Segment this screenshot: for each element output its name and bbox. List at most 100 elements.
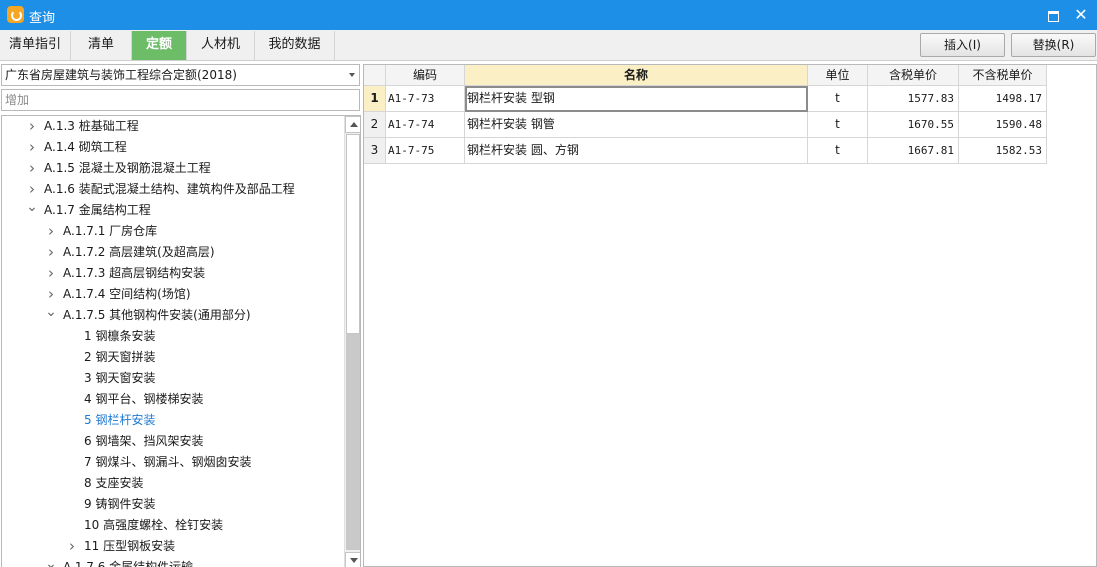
chevron-right-icon[interactable]: ›: [26, 179, 38, 200]
insert-button[interactable]: 插入(I): [920, 33, 1005, 57]
unit-cell[interactable]: t: [808, 112, 868, 138]
tree-node-label: A.1.7.3 超高层钢结构安装: [63, 266, 206, 280]
tab-bill-guide[interactable]: 清单指引: [0, 31, 71, 60]
window-title: 查询: [29, 11, 56, 26]
tree-node[interactable]: 4 钢平台、钢楼梯安装: [2, 389, 342, 410]
tree-node-label: 6 钢墙架、挡风架安装: [84, 434, 204, 448]
tree-node[interactable]: 10 高强度螺栓、栓钉安装: [2, 515, 342, 536]
tree-node[interactable]: 1 钢檩条安装: [2, 326, 342, 347]
column-header-price-with-tax[interactable]: 含税单价: [868, 65, 959, 86]
chevron-right-icon[interactable]: ›: [26, 158, 38, 179]
name-cell[interactable]: 钢栏杆安装 圆、方钢: [465, 138, 808, 164]
tab-quota[interactable]: 定额: [132, 31, 187, 60]
chevron-right-icon[interactable]: ›: [26, 137, 38, 158]
tab-bill[interactable]: 清单: [71, 31, 132, 60]
tree-node[interactable]: › A.1.5 混凝土及钢筋混凝土工程: [2, 158, 342, 179]
tab-bar: 清单指引 清单 定额 人材机 我的数据 插入(I) 替换(R): [0, 30, 1097, 61]
row-number-cell[interactable]: 1: [364, 86, 386, 112]
tree-node[interactable]: › A.1.7.2 高层建筑(及超高层): [2, 242, 342, 263]
row-number-cell[interactable]: 3: [364, 138, 386, 164]
price-with-tax-cell[interactable]: 1670.55: [868, 112, 959, 138]
tree-node-label: 10 高强度螺栓、栓钉安装: [84, 518, 224, 532]
code-cell[interactable]: A1-7-75: [386, 138, 465, 164]
quota-chapter-tree: › A.1.3 桩基础工程 › A.1.4 砌筑工程 › A.1.5 混凝土及钢筋混凝土工…: [1, 115, 361, 567]
tree-node[interactable]: › A.1.7.3 超高层钢结构安装: [2, 263, 342, 284]
chevron-right-icon[interactable]: ›: [45, 221, 57, 242]
unit-cell[interactable]: t: [808, 138, 868, 164]
scroll-up-icon[interactable]: [345, 116, 360, 133]
tree-node[interactable]: › A.1.4 砌筑工程: [2, 137, 342, 158]
tree-node-label: 9 铸钢件安装: [84, 497, 156, 511]
tree-node[interactable]: › A.1.7.4 空间结构(场馆): [2, 284, 342, 305]
tree-node-label: A.1.3 桩基础工程: [44, 119, 139, 133]
replace-button[interactable]: 替换(R): [1011, 33, 1096, 57]
column-header-unit[interactable]: 单位: [808, 65, 868, 86]
name-cell[interactable]: 钢栏杆安装 钢管: [465, 112, 808, 138]
search-input[interactable]: [1, 89, 360, 111]
column-header-price-without-tax[interactable]: 不含税单价: [959, 65, 1047, 86]
tree-node[interactable]: › 11 压型钢板安装: [2, 536, 342, 557]
tab-my-data[interactable]: 我的数据: [255, 31, 335, 60]
title-bar: 查询 ✕: [0, 0, 1097, 30]
tree-node-label: A.1.7 金属结构工程: [44, 203, 151, 217]
code-cell[interactable]: A1-7-73: [386, 86, 465, 112]
price-without-tax-cell[interactable]: 1582.53: [959, 138, 1047, 164]
tree-node[interactable]: 8 支座安装: [2, 473, 342, 494]
tree-node-label: A.1.5 混凝土及钢筋混凝土工程: [44, 161, 211, 175]
row-number-header: [364, 65, 386, 86]
tree-node[interactable]: 6 钢墙架、挡风架安装: [2, 431, 342, 452]
tree-node-label: A.1.6 装配式混凝土结构、建筑构件及部品工程: [44, 182, 295, 196]
tab-labor-material-machine[interactable]: 人材机: [187, 31, 255, 60]
name-cell[interactable]: 钢栏杆安装 型钢: [465, 86, 808, 112]
tree-node-label: A.1.7.4 空间结构(场馆): [63, 287, 191, 301]
tree-node[interactable]: 9 铸钢件安装: [2, 494, 342, 515]
app-logo-icon: [7, 6, 24, 23]
tree-node-label: A.1.7.1 厂房仓库: [63, 224, 158, 238]
tree-node[interactable]: 2 钢天窗拼装: [2, 347, 342, 368]
price-with-tax-cell[interactable]: 1577.83: [868, 86, 959, 112]
scrollbar-thumb[interactable]: [346, 134, 360, 334]
column-header-code[interactable]: 编码: [386, 65, 465, 86]
quota-result-grid: 编码 名称 单位 含税单价 不含税单价 1 A1-7-73 钢栏杆安装 型钢 t 157…: [363, 64, 1097, 567]
row-number-cell[interactable]: 2: [364, 112, 386, 138]
chevron-right-icon[interactable]: ›: [45, 263, 57, 284]
chevron-down-icon[interactable]: ⌄: [45, 557, 57, 567]
tree-node[interactable]: ⌄ A.1.7 金属结构工程: [2, 200, 342, 221]
price-without-tax-cell[interactable]: 1590.48: [959, 112, 1047, 138]
price-without-tax-cell[interactable]: 1498.17: [959, 86, 1047, 112]
tree-node[interactable]: 5 钢栏杆安装: [2, 410, 342, 431]
close-icon[interactable]: ✕: [1071, 5, 1091, 25]
tree-node[interactable]: 7 钢煤斗、钢漏斗、钢烟囱安装: [2, 452, 342, 473]
code-cell[interactable]: A1-7-74: [386, 112, 465, 138]
tree-node[interactable]: ⌄ A.1.7.5 其他钢构件安装(通用部分): [2, 305, 342, 326]
tree-node[interactable]: › A.1.7.1 厂房仓库: [2, 221, 342, 242]
maximize-icon[interactable]: [1043, 5, 1063, 25]
chevron-down-icon[interactable]: ⌄: [45, 305, 57, 326]
tree-scrollbar[interactable]: [344, 116, 360, 567]
chevron-right-icon[interactable]: ›: [66, 536, 78, 557]
tree-node-label: 7 钢煤斗、钢漏斗、钢烟囱安装: [84, 455, 252, 469]
chevron-right-icon[interactable]: ›: [26, 116, 38, 137]
tree-node-label: 1 钢檩条安装: [84, 329, 156, 343]
tree-node-label: 5 钢栏杆安装: [84, 413, 156, 427]
tree-node-label: 11 压型钢板安装: [84, 539, 176, 553]
price-with-tax-cell[interactable]: 1667.81: [868, 138, 959, 164]
quota-library-select[interactable]: 广东省房屋建筑与装饰工程综合定额(2018): [1, 64, 360, 86]
tree-node[interactable]: › A.1.3 桩基础工程: [2, 116, 342, 137]
tree-node[interactable]: 3 钢天窗安装: [2, 368, 342, 389]
tree-node-label: A.1.7.6 金属结构件运输: [63, 560, 194, 567]
tree-node-label: A.1.4 砌筑工程: [44, 140, 127, 154]
chevron-down-icon[interactable]: [349, 73, 355, 77]
tree-node-label: 8 支座安装: [84, 476, 144, 490]
tree-node-label: A.1.7.5 其他钢构件安装(通用部分): [63, 308, 251, 322]
scroll-down-icon[interactable]: [345, 552, 360, 567]
tree-node[interactable]: › A.1.6 装配式混凝土结构、建筑构件及部品工程: [2, 179, 342, 200]
quota-library-value: 广东省房屋建筑与装饰工程综合定额(2018): [5, 68, 237, 82]
unit-cell[interactable]: t: [808, 86, 868, 112]
scrollbar-track[interactable]: [346, 334, 360, 550]
chevron-down-icon[interactable]: ⌄: [26, 200, 38, 221]
column-header-name[interactable]: 名称: [465, 65, 808, 86]
chevron-right-icon[interactable]: ›: [45, 284, 57, 305]
chevron-right-icon[interactable]: ›: [45, 242, 57, 263]
tree-node[interactable]: ⌄ A.1.7.6 金属结构件运输: [2, 557, 342, 567]
